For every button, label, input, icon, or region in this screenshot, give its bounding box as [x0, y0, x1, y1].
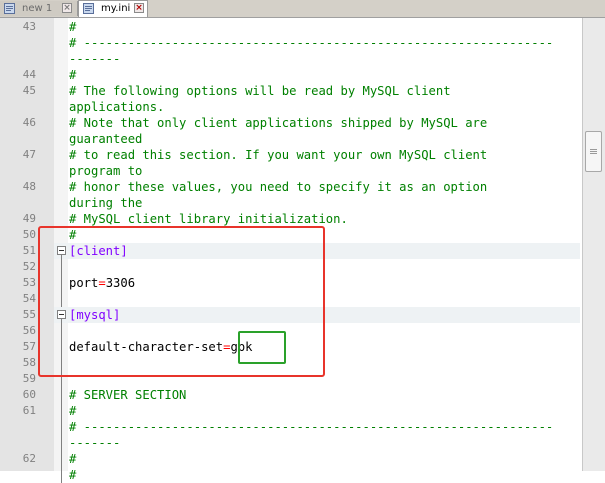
grip-line — [590, 151, 597, 152]
line-number: 49 — [22, 212, 36, 225]
close-tab-icon[interactable]: × — [62, 3, 72, 13]
line-number: 47 — [22, 148, 36, 161]
line-number: 54 — [22, 292, 36, 305]
line-number: 56 — [22, 324, 36, 337]
line-number: 53 — [22, 276, 36, 289]
line-number: 50 — [22, 228, 36, 241]
line-number: 60 — [22, 388, 36, 401]
code-line: ------- — [69, 436, 121, 450]
line-number: 43 — [22, 20, 36, 33]
close-tab-icon[interactable]: × — [134, 3, 144, 13]
line-number: 52 — [22, 260, 36, 273]
code-line: program to — [69, 164, 143, 178]
code-line: # to read this section. If you want your… — [69, 148, 488, 162]
code-line: # — [69, 404, 77, 418]
line-number: 55 — [22, 308, 36, 321]
code-line: # — [69, 468, 77, 482]
tab-new-1[interactable]: new 1 × — [0, 1, 78, 16]
code-line: # --------------------------------------… — [69, 420, 554, 434]
tab-label: new 1 — [22, 3, 53, 14]
line-number: 48 — [22, 180, 36, 193]
code-line: # The following options will be read by … — [69, 84, 451, 98]
code-line: # SERVER SECTION — [69, 388, 187, 402]
notepad-file-icon — [83, 3, 94, 14]
grip-line — [590, 153, 597, 154]
code-line: # honor these values, you need to specif… — [69, 180, 488, 194]
vertical-scrollbar[interactable] — [582, 18, 605, 471]
tab-label: my.ini — [101, 3, 131, 14]
tab-bar: new 1 × my.ini × — [0, 0, 605, 18]
code-line: # MySQL client library initialization. — [69, 212, 348, 226]
code-line: ------- — [69, 52, 121, 66]
code-line: # — [69, 452, 77, 466]
line-number: 44 — [22, 68, 36, 81]
code-line: # — [69, 20, 77, 34]
line-number: 57 — [22, 340, 36, 353]
line-number: 45 — [22, 84, 36, 97]
scrollbar-thumb[interactable] — [585, 131, 602, 172]
code-line: # — [69, 68, 77, 82]
line-number: 62 — [22, 452, 36, 465]
green-highlight-box — [238, 331, 286, 364]
code-line: guaranteed — [69, 132, 143, 146]
notepad-file-icon — [4, 3, 15, 14]
line-number: 58 — [22, 356, 36, 369]
line-number: 59 — [22, 372, 36, 385]
tab-my-ini[interactable]: my.ini × — [78, 0, 148, 17]
line-number: 51 — [22, 244, 36, 257]
grip-line — [590, 149, 597, 150]
code-line: # Note that only client applications shi… — [69, 116, 488, 130]
code-line: # --------------------------------------… — [69, 36, 554, 50]
line-number: 61 — [22, 404, 36, 417]
code-line: applications. — [69, 100, 165, 114]
line-number: 46 — [22, 116, 36, 129]
code-line: during the — [69, 196, 143, 210]
